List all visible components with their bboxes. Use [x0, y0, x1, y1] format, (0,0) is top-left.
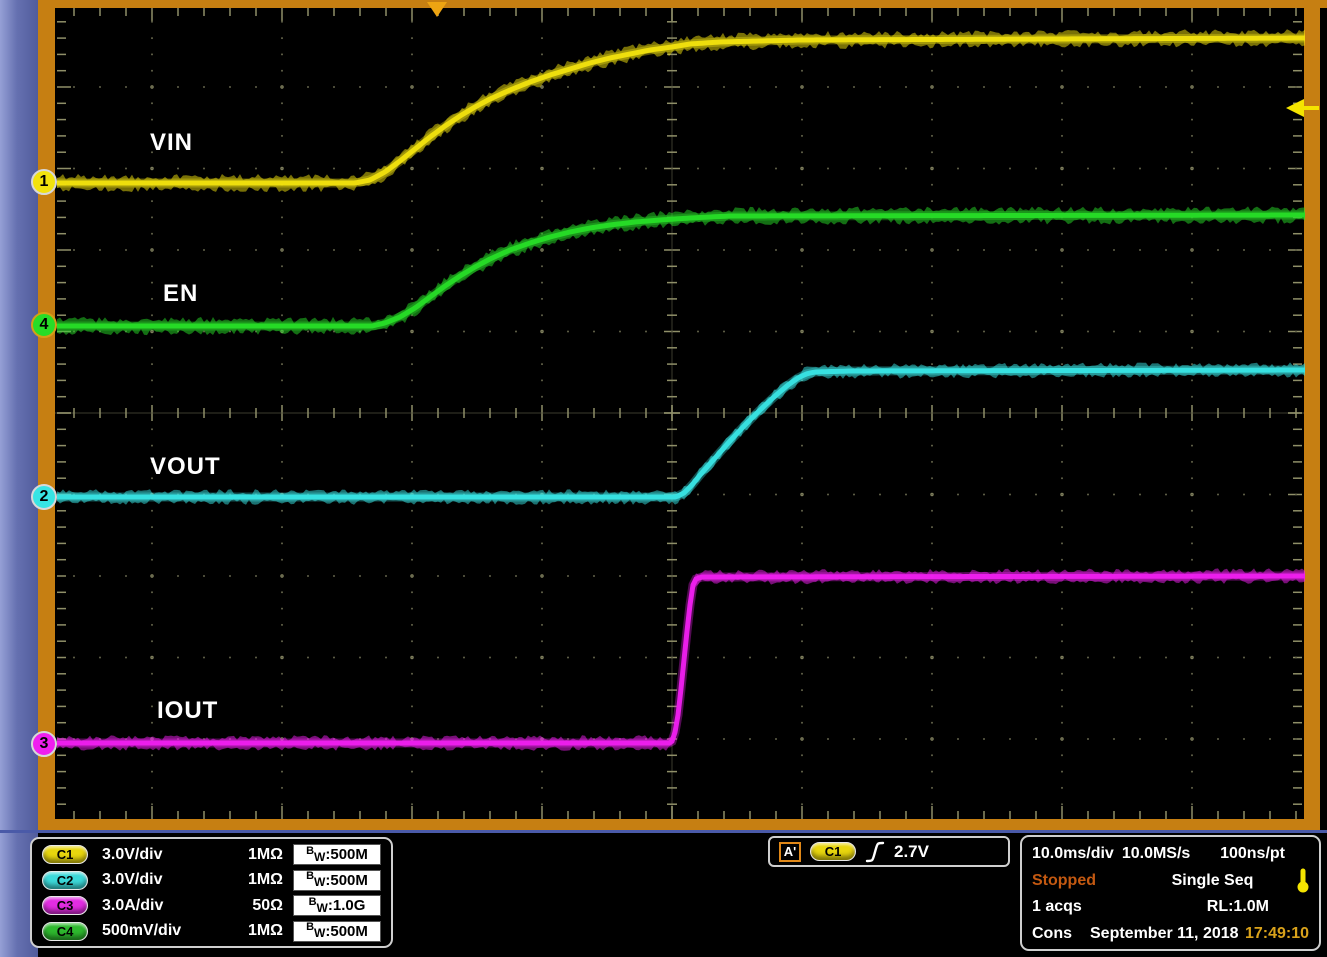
channel-4-scale: 500mV/div [102, 922, 229, 940]
panel-separator [0, 830, 1327, 833]
timebase-row: 10.0ms/div 10.0MS/s 100ns/pt [1032, 841, 1309, 868]
console-label: Cons [1032, 925, 1072, 943]
waveform-iout [57, 568, 1305, 750]
channel-2-badge[interactable]: C2 [42, 871, 88, 890]
channel-2-scale: 3.0V/div [102, 871, 229, 889]
acquisition-state: Stopped [1032, 872, 1128, 890]
acquisition-mode: Single Seq [1128, 872, 1297, 890]
acquisition-box: 10.0ms/div 10.0MS/s 100ns/pt Stopped Sin… [1020, 835, 1321, 951]
waveform-label-en: EN [163, 280, 198, 308]
waveform-vin [57, 29, 1305, 192]
channel-1-position-marker[interactable]: 1 [31, 169, 57, 195]
sample-rate-value: 10.0MS/s [1122, 845, 1190, 863]
channel-4-position-marker[interactable]: 4 [31, 312, 57, 338]
oscilloscope-screen: VIN EN VOUT IOUT 1 4 2 3 C1 3.0V/div 1MΩ… [0, 0, 1327, 957]
waveform-label-vin: VIN [150, 129, 193, 157]
frame-top [38, 0, 1327, 8]
trigger-source-label[interactable]: A' [779, 842, 801, 862]
channel-1-bandwidth[interactable]: BW:500M [293, 844, 381, 865]
channel-readout-row: C3 3.0A/div 50Ω BW:1.0G [42, 893, 381, 919]
frame-bottom [38, 819, 1320, 831]
temperature-icon [1297, 868, 1309, 894]
channel-4-impedance: 1MΩ [229, 922, 283, 940]
channel-2-impedance: 1MΩ [229, 871, 283, 889]
channel-1-badge[interactable]: C1 [42, 845, 88, 864]
resolution-value: 100ns/pt [1220, 845, 1285, 863]
channel-readout-row: C2 3.0V/div 1MΩ BW:500M [42, 868, 381, 894]
channel-1-impedance: 1MΩ [229, 846, 283, 864]
trigger-readout-box: A' C1 2.7V [768, 836, 1010, 867]
channel-3-position-marker[interactable]: 3 [31, 731, 57, 757]
datetime-row: Cons September 11, 2018 17:49:10 [1032, 921, 1309, 948]
trigger-position-marker[interactable] [427, 2, 447, 17]
channel-4-badge[interactable]: C4 [42, 922, 88, 941]
channel-readout-row: C4 500mV/div 1MΩ BW:500M [42, 919, 381, 945]
record-row: 1 acqs RL:1.0M [1032, 894, 1309, 921]
channel-2-bandwidth[interactable]: BW:500M [293, 870, 381, 891]
channel-readouts-box: C1 3.0V/div 1MΩ BW:500M C2 3.0V/div 1MΩ … [30, 837, 393, 948]
record-length: RL:1.0M [1207, 898, 1269, 916]
channel-4-bandwidth[interactable]: BW:500M [293, 921, 381, 942]
channel-readout-row: C1 3.0V/div 1MΩ BW:500M [42, 842, 381, 868]
time-value: 17:49:10 [1245, 925, 1309, 943]
channel-3-bandwidth[interactable]: BW:1.0G [293, 895, 381, 916]
acquisition-count: 1 acqs [1032, 898, 1082, 916]
frame-left [38, 0, 55, 831]
waveform-label-iout: IOUT [157, 697, 218, 725]
waveform-traces [57, 29, 1305, 751]
channel-3-badge[interactable]: C3 [42, 896, 88, 915]
date-value: September 11, 2018 [1090, 925, 1239, 943]
channel-1-scale: 3.0V/div [102, 846, 229, 864]
trigger-channel-badge[interactable]: C1 [810, 842, 856, 861]
waveform-en [57, 206, 1305, 335]
waveform-vout [57, 362, 1305, 504]
trigger-level-value: 2.7V [894, 842, 929, 862]
frame-right [1304, 0, 1320, 831]
channel-3-scale: 3.0A/div [102, 897, 229, 915]
waveform-label-vout: VOUT [150, 453, 221, 481]
timebase-value: 10.0ms/div [1032, 845, 1114, 863]
acquisition-state-row: Stopped Single Seq [1032, 868, 1309, 895]
channel-3-impedance: 50Ω [229, 897, 283, 915]
rising-edge-icon [865, 840, 885, 864]
channel-2-position-marker[interactable]: 2 [31, 484, 57, 510]
